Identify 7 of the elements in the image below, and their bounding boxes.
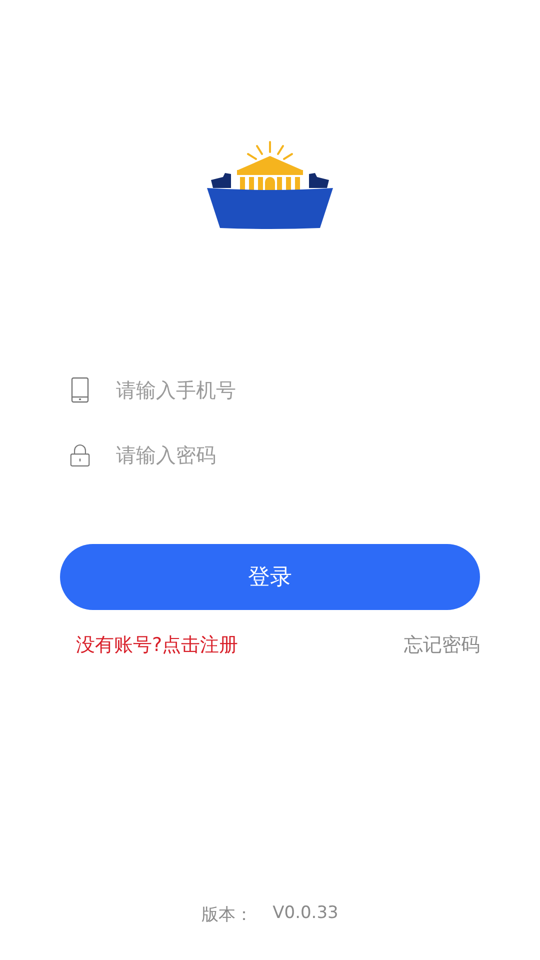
version-label: 版本：	[202, 904, 253, 926]
login-button[interactable]: 登录	[60, 544, 480, 610]
lock-icon	[70, 442, 90, 468]
register-link[interactable]: 没有账号?点击注册	[76, 632, 238, 658]
version-number: V0.0.33	[272, 903, 338, 925]
phone-icon	[70, 376, 90, 402]
forgot-password-link[interactable]: 忘记密码	[404, 632, 480, 658]
